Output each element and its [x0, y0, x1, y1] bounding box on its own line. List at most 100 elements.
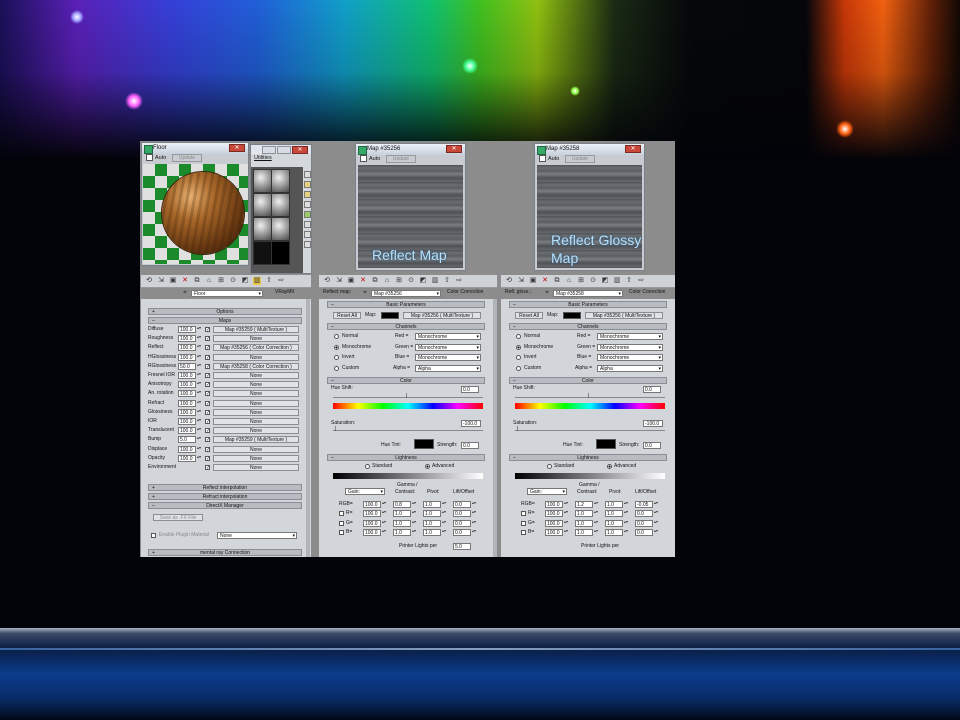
spinner-arrows-icon[interactable]: ▴▾ — [472, 528, 476, 536]
assign-material-icon[interactable]: ▣ — [347, 277, 355, 285]
copy-material-icon[interactable]: ⧉ — [193, 277, 201, 285]
channel-select[interactable]: Monochrome ▾ — [597, 343, 663, 351]
put-to-library-icon[interactable]: ⊞ — [217, 277, 225, 285]
map-enable-checkbox[interactable]: ✓ — [205, 409, 210, 415]
spinner-arrows-icon[interactable]: ▴▾ — [654, 501, 658, 508]
go-to-parent-icon[interactable]: ⇧ — [443, 277, 451, 285]
close-button[interactable]: ✕ — [446, 145, 462, 153]
spinner-arrows-icon[interactable]: ▴▾ — [564, 528, 568, 536]
lightness-value-spinner[interactable]: 100.0 — [363, 519, 381, 527]
params-scrollbar[interactable] — [493, 299, 497, 557]
get-material-icon[interactable]: ⟲ — [505, 277, 513, 285]
enable-plugin-checkbox[interactable] — [151, 533, 156, 538]
spinner-arrows-icon[interactable]: ▴▾ — [197, 427, 201, 434]
rollout-basic-parameters[interactable]: – Basic Parameters — [327, 301, 485, 308]
lightness-value-spinner[interactable]: 1.0 — [423, 501, 441, 508]
restore-button[interactable] — [277, 146, 291, 154]
sample-slot[interactable] — [271, 169, 290, 193]
spinner-arrows-icon[interactable]: ▴▾ — [442, 501, 446, 508]
channel-enable-checkbox[interactable] — [339, 520, 344, 526]
spinner-arrows-icon[interactable]: ▴▾ — [624, 519, 628, 527]
rollout-color[interactable]: – Color — [509, 377, 667, 384]
update-button[interactable]: Update — [171, 154, 202, 162]
lightness-value-spinner[interactable]: 0.0 — [453, 501, 471, 508]
map-slot-button[interactable]: None — [213, 353, 299, 361]
spinner-arrows-icon[interactable]: ▴▾ — [197, 335, 201, 342]
channel-select[interactable]: Monochrome ▾ — [415, 333, 481, 340]
map-name-field[interactable]: Map #35258 ▾ — [553, 290, 623, 297]
map-name-field[interactable]: Map #35256 ▾ — [371, 290, 441, 297]
lightness-value-spinner[interactable]: 100.0 — [363, 501, 381, 508]
reset-all-button[interactable]: Reset All — [333, 312, 361, 319]
map-enable-checkbox[interactable]: ✓ — [205, 373, 210, 379]
gain-select[interactable]: Gain: ▾ — [345, 488, 385, 495]
lightness-value-spinner[interactable]: 100.0 — [363, 528, 381, 536]
spinner-arrows-icon[interactable]: ▴▾ — [382, 501, 386, 508]
uv-tiling-icon[interactable] — [304, 201, 311, 208]
map-slot-button[interactable]: None — [213, 335, 299, 343]
lightness-value-spinner[interactable]: 0.0 — [635, 510, 653, 518]
map-color-swatch[interactable] — [381, 312, 399, 319]
map-amount-spinner[interactable]: 100.0 — [178, 399, 196, 407]
saturation-slider-thumb[interactable]: | — [335, 426, 336, 433]
select-by-material-icon[interactable] — [304, 241, 311, 248]
spinner-arrows-icon[interactable]: ▴▾ — [594, 528, 598, 536]
spinner-arrows-icon[interactable]: ▴▾ — [382, 528, 386, 536]
map-amount-spinner[interactable]: 100.0 — [178, 344, 196, 352]
show-end-result-icon[interactable]: ▥ — [613, 277, 621, 285]
lightness-standard-radio[interactable] — [547, 464, 552, 469]
lightness-value-spinner[interactable]: 1.0 — [393, 519, 411, 527]
material-name-field[interactable]: Floor ▾ — [191, 290, 263, 297]
spinner-arrows-icon[interactable]: ▴▾ — [197, 418, 201, 425]
sample-slot[interactable] — [271, 217, 290, 241]
map-enable-checkbox[interactable]: ✓ — [205, 363, 210, 369]
lightness-value-spinner[interactable]: 1.0 — [393, 528, 411, 536]
map-enable-checkbox[interactable]: ✓ — [205, 455, 210, 461]
spinner-arrows-icon[interactable]: ▴▾ — [594, 519, 598, 527]
sample-slot[interactable] — [253, 193, 272, 217]
lightness-value-spinner[interactable]: 100.0 — [545, 519, 563, 527]
map-amount-spinner[interactable]: 100.0 — [178, 408, 196, 416]
auto-checkbox[interactable] — [539, 155, 546, 163]
lightness-value-spinner[interactable]: 1.0 — [423, 528, 441, 536]
rollout-mental-ray-connection[interactable]: + mental ray Connection — [148, 549, 302, 556]
map-amount-spinner[interactable]: 100.0 — [178, 454, 196, 462]
channel-radio-monochrome[interactable] — [334, 344, 339, 350]
backlight-icon[interactable] — [304, 181, 311, 188]
map-slot-button[interactable]: None — [213, 454, 299, 462]
channel-radio-normal[interactable] — [334, 334, 339, 339]
spinner-arrows-icon[interactable]: ▴▾ — [197, 408, 201, 416]
lightness-value-spinner[interactable]: 1.0 — [605, 501, 623, 508]
spinner-arrows-icon[interactable]: ▴▾ — [197, 372, 201, 379]
make-unique-icon[interactable]: ⌂ — [205, 277, 213, 285]
save-fx-button[interactable]: Save as .FX File — [153, 514, 203, 521]
sample-slot[interactable] — [253, 217, 272, 241]
channel-select[interactable]: Monochrome ▾ — [415, 354, 481, 361]
spinner-arrows-icon[interactable]: ▴▾ — [442, 510, 446, 517]
pick-material-icon[interactable]: ⌖ — [361, 289, 369, 297]
hue-shift-slider-thumb[interactable]: | — [588, 393, 589, 400]
source-map-button[interactable]: Map #35256 ( MultiTexture ) — [403, 312, 481, 319]
lightness-value-spinner[interactable]: 1.0 — [423, 519, 441, 527]
map-amount-spinner[interactable]: 100.0 — [178, 381, 196, 389]
map-slot-button[interactable]: Map #35258 ( Color Correction ) — [213, 362, 299, 370]
rollout-channels[interactable]: – Channels — [327, 323, 485, 330]
sample-slot[interactable] — [253, 241, 272, 265]
saturation-spinner[interactable]: -100.0 — [643, 420, 663, 427]
map-enable-checkbox[interactable]: ✓ — [205, 419, 210, 425]
pick-material-icon[interactable]: ⌖ — [181, 289, 189, 297]
channel-enable-checkbox[interactable] — [339, 511, 344, 517]
map-slot-button[interactable]: None — [213, 445, 299, 453]
map-slot-button[interactable]: None — [213, 427, 299, 435]
pick-material-icon[interactable]: ⌖ — [543, 289, 551, 297]
close-button[interactable]: ✕ — [229, 144, 245, 152]
map-slot-button[interactable]: None — [213, 399, 299, 407]
spinner-arrows-icon[interactable]: ▴▾ — [197, 399, 201, 407]
spinner-arrows-icon[interactable]: ▴▾ — [382, 519, 386, 527]
spinner-arrows-icon[interactable]: ▴▾ — [624, 528, 628, 536]
lightness-value-spinner[interactable]: 1.0 — [423, 510, 441, 518]
map-slot-button[interactable]: None — [213, 381, 299, 389]
rollout-maps[interactable]: – Maps — [148, 317, 302, 324]
channel-enable-checkbox[interactable] — [339, 529, 344, 535]
go-to-parent-icon[interactable]: ⇧ — [625, 277, 633, 285]
